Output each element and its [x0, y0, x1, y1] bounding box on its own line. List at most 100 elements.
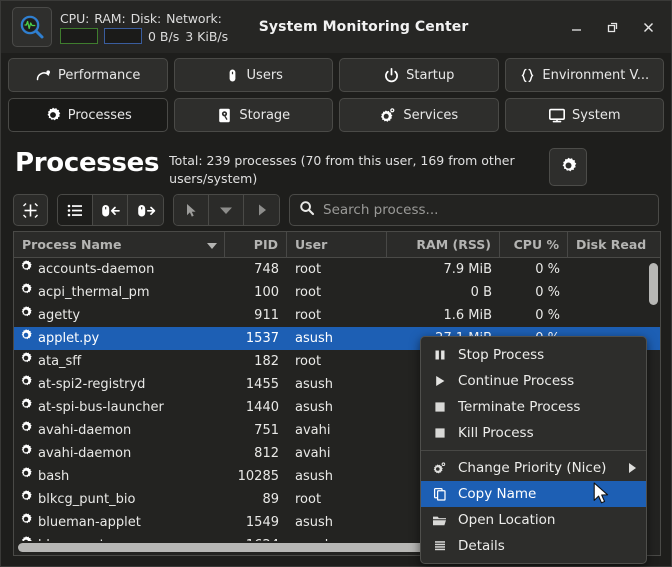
tab-users[interactable]: Users: [173, 58, 333, 92]
ram-label: RAM:: [94, 10, 126, 26]
menu-item-change-priority[interactable]: Change Priority (Nice): [421, 455, 646, 481]
disk-rate: 0 B/s: [148, 28, 180, 44]
cell-user: root: [295, 354, 322, 369]
table-row[interactable]: acpi_thermal_pm 100 root 0 B 0 %: [14, 281, 660, 304]
cell-user: asush: [295, 469, 333, 484]
tab-bar: Performance Users Startup Environment V.…: [1, 53, 671, 132]
vertical-scrollbar[interactable]: [649, 260, 658, 554]
column-header-user[interactable]: User: [287, 232, 387, 258]
cell-cpu: 0 %: [535, 308, 560, 323]
tab-startup[interactable]: Startup: [339, 58, 499, 92]
cell-process-name: at-spi-bus-launcher: [14, 396, 225, 419]
cell-process-name: applet.py: [14, 327, 225, 350]
settings-button[interactable]: [549, 148, 588, 186]
previous-process-button[interactable]: [93, 195, 128, 225]
process-toolbar: Search process...: [1, 188, 671, 233]
gear-icon: [19, 258, 33, 281]
table-row[interactable]: agetty 911 root 1.6 MiB 0 %: [14, 304, 660, 327]
cell-pid: 100: [254, 285, 279, 300]
menu-item-terminate-process[interactable]: Terminate Process: [421, 394, 646, 420]
tab-services-label: Services: [403, 107, 459, 123]
cell-process-name: ata_sff: [14, 350, 225, 373]
menu-item-label: Details: [458, 538, 505, 554]
cell-user: asush: [287, 534, 387, 541]
cell-user: root: [295, 285, 322, 300]
context-menu[interactable]: Stop Process Continue Process Terminate …: [420, 336, 647, 564]
tab-storage[interactable]: Storage: [173, 98, 333, 132]
cell-process-name: bash: [14, 465, 225, 488]
tab-users-label: Users: [246, 67, 283, 83]
menu-item-stop-process[interactable]: Stop Process: [421, 342, 646, 368]
dropdown-button[interactable]: [209, 195, 244, 225]
process-name-label: avahi-daemon: [38, 423, 132, 438]
cell-process-name: accounts-daemon: [14, 258, 225, 281]
disk-label: Disk:: [130, 10, 162, 26]
tab-services[interactable]: Services: [339, 98, 499, 132]
cell-user: asush: [295, 377, 333, 392]
titlebar: CPU: RAM: Disk: Network: 0 B/s 3 KiB/s S…: [1, 1, 671, 53]
tab-system[interactable]: System: [504, 98, 664, 132]
table-header: Process Name PID User RAM (RSS) CPU % Di…: [14, 232, 660, 258]
gear-icon: [19, 419, 33, 442]
gear-icon: [559, 156, 578, 179]
search-input[interactable]: Search process...: [289, 194, 659, 226]
menu-item-label: Stop Process: [458, 347, 545, 363]
braces-icon: [519, 67, 536, 84]
process-name-label: blueman-applet: [38, 515, 141, 530]
cell-pid: 182: [254, 354, 279, 369]
menu-item-continue-process[interactable]: Continue Process: [421, 368, 646, 394]
horizontal-scrollbar-thumb[interactable]: [18, 543, 485, 552]
process-name-label: acpi_thermal_pm: [38, 285, 150, 300]
menu-item-kill-process[interactable]: Kill Process: [421, 420, 646, 446]
close-icon[interactable]: [631, 10, 665, 44]
process-name-label: at-spi2-registryd: [38, 377, 146, 392]
cell-ram: 1.6 MiB: [443, 308, 492, 323]
gear-icon: [19, 396, 33, 419]
copy-icon: [431, 487, 448, 501]
gear-icon: [19, 534, 33, 541]
column-header-disk-read[interactable]: Disk Read: [568, 232, 656, 258]
details-icon: [431, 539, 448, 553]
menu-item-details[interactable]: Details: [421, 533, 646, 559]
selection-group: [173, 194, 280, 226]
play-button[interactable]: [244, 195, 279, 225]
gear-icon: [19, 281, 33, 304]
square-icon: [431, 426, 448, 440]
column-header-ram[interactable]: RAM (RSS): [387, 232, 500, 258]
process-name-label: agetty: [38, 308, 81, 323]
menu-item-label: Terminate Process: [458, 399, 581, 415]
process-name-label: bash: [38, 469, 70, 484]
cell-process-name: agetty: [14, 304, 225, 327]
cell-process-name: blkcg_punt_bio: [14, 488, 225, 511]
cell-user: root: [295, 308, 322, 323]
menu-item-label: Change Priority (Nice): [458, 460, 607, 476]
cell-pid: 1455: [245, 377, 279, 392]
cell-pid: 10285: [237, 469, 279, 484]
column-header-cpu[interactable]: CPU %: [500, 232, 568, 258]
cell-user: asush: [295, 331, 333, 346]
app-icon: [12, 7, 52, 47]
tab-environment-variables[interactable]: Environment V...: [504, 58, 664, 92]
gear-icon: [19, 488, 33, 511]
cell-process-name: avahi-daemon: [14, 419, 225, 442]
tab-processes[interactable]: Processes: [8, 98, 168, 132]
square-icon: [431, 400, 448, 414]
cell-pid: 89: [262, 492, 279, 507]
menu-item-open-location[interactable]: Open Location: [421, 507, 646, 533]
tab-performance[interactable]: Performance: [8, 58, 168, 92]
process-name-label: ata_sff: [38, 354, 82, 369]
table-row[interactable]: accounts-daemon 748 root 7.9 MiB 0 %: [14, 258, 660, 281]
tab-storage-label: Storage: [239, 107, 291, 123]
minimize-icon[interactable]: [559, 10, 593, 44]
vertical-scrollbar-thumb[interactable]: [649, 263, 658, 305]
column-header-pid[interactable]: PID: [225, 232, 287, 258]
column-header-process-name[interactable]: Process Name: [14, 232, 225, 258]
list-view-button[interactable]: [58, 195, 93, 225]
process-name-label: at-spi-bus-launcher: [38, 400, 164, 415]
expand-collapse-button[interactable]: [13, 194, 48, 226]
next-process-button[interactable]: [128, 195, 163, 225]
pointer-button[interactable]: [174, 195, 209, 225]
menu-item-copy-name[interactable]: Copy Name: [421, 481, 646, 507]
maximize-icon[interactable]: [595, 10, 629, 44]
monitor-icon: [548, 107, 566, 124]
